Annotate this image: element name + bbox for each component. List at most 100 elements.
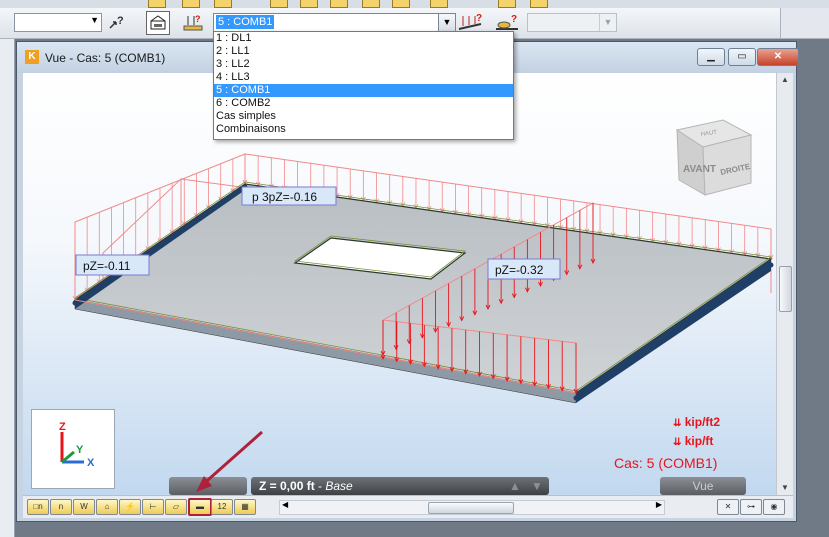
support-node [208,207,214,213]
load-label-2: p 3pZ=-0.16 [241,186,337,206]
level-up-arrow-icon[interactable]: ▲ [509,479,521,493]
node-numbers-icon[interactable]: □n [27,499,49,515]
member-icon[interactable]: ⊢ [142,499,164,515]
support-node [632,355,637,361]
load-case-select[interactable]: 5 : COMB1 ▼ [213,13,456,32]
maximize-button[interactable]: ▭ [728,48,756,66]
load-values-icon[interactable]: 12 [211,499,233,515]
toolbar-button[interactable] [270,0,288,8]
scroll-thumb[interactable] [779,266,792,312]
load-value-label: p 3pZ=-0.16 [252,190,317,204]
toolbar-button[interactable] [498,0,516,8]
chevron-down-icon[interactable]: ▼ [438,14,455,31]
scroll-up-icon[interactable]: ▲ [777,73,793,87]
dropdown-option[interactable]: 1 : DL1 [214,32,513,45]
cube-face-front: AVANT [683,164,716,175]
chevron-down-icon: ▼ [599,14,616,31]
structure-view-icon[interactable] [146,11,170,35]
toolbar-button[interactable] [182,0,200,8]
dropdown-option-selected[interactable]: 5 : COMB1 [214,84,513,97]
y-axis-label: Y [76,444,84,456]
toolbar-button[interactable] [362,0,380,8]
support-node [225,196,231,202]
navigation-pill[interactable] [169,477,247,495]
view-title: Vue - Cas: 5 (COMB1) [45,51,166,65]
load-help-icon[interactable]: ? [182,11,204,33]
scroll-thumb[interactable] [428,502,514,514]
support-node [729,289,735,295]
legend-surface-load: ⇊ kip/ft2 [673,415,720,429]
line-load-unit: kip/ft [684,434,714,448]
load-case-value: 5 : COMB1 [216,15,275,29]
dropdown-option[interactable]: Cas simples [214,110,513,123]
app-logo-icon: K [25,50,39,64]
load-value-label: pZ=-0.32 [495,263,544,277]
mesh-icon[interactable]: ▦ [234,499,256,515]
scroll-right-icon[interactable]: ▶ [656,500,662,509]
secondary-combo-disabled: ▼ [527,13,617,32]
support-node [174,230,180,236]
surface-load-icon: ⇊ [673,418,682,429]
sort-icon[interactable]: ✕ [717,499,739,515]
view-button[interactable]: Vue [660,477,746,495]
line-load-icon: ⇊ [673,437,682,448]
dropdown-option[interactable]: 2 : LL1 [214,45,513,58]
dropdown-option[interactable]: Combinaisons [214,123,513,136]
view-cube[interactable]: AVANT DROITE HAUT [675,119,753,196]
z-axis-label: Z [59,421,66,433]
support-node [573,395,579,401]
scroll-left-icon[interactable]: ◀ [282,500,288,509]
dropdown-option[interactable]: 3 : LL2 [214,58,513,71]
surface-load-unit: kip/ft2 [684,415,721,429]
support-node [157,242,163,248]
layer-combo[interactable]: ▼ [14,13,102,32]
svg-text:?: ? [511,14,517,25]
load-help-2-icon[interactable]: ? [494,11,522,33]
support-node [768,262,774,268]
support-node [749,275,754,281]
scroll-down-icon[interactable]: ▼ [777,481,793,495]
load-case-dropdown-list[interactable]: 1 : DL1 2 : LL1 3 : LL2 4 : LL3 5 : COMB… [213,31,514,140]
panel-icon[interactable]: ▱ [165,499,187,515]
axis-indicator: Z Y X [31,409,115,489]
toolbar-button[interactable] [330,0,348,8]
toolbar-button[interactable] [300,0,318,8]
dropdown-option[interactable]: 4 : LL3 [214,71,513,84]
load-label-1: pZ=-0.11 [75,254,150,276]
link-icon[interactable]: ⊶ [740,499,762,515]
svg-text:?: ? [195,14,201,24]
support-node [72,300,78,306]
dropdown-option[interactable]: 6 : COMB2 [214,97,513,110]
slab [73,183,773,394]
camera-icon[interactable]: ◉ [763,499,785,515]
support-node [651,342,657,348]
vertical-scrollbar[interactable]: ▲ ▼ [776,73,793,495]
element-numbers-icon[interactable]: n [50,499,72,515]
minimize-button[interactable]: ▁ [697,48,725,66]
support-node [671,329,676,334]
section-labels-icon[interactable]: W [73,499,95,515]
horizontal-scrollbar[interactable]: ◀ ▶ [279,500,665,515]
help-cursor-icon[interactable]: ? [106,11,128,33]
z-level-name: Base [325,479,353,493]
z-level-bar[interactable]: Z = 0,00 ft - Base ▲ ▼ [251,477,549,495]
toolbar-button[interactable] [392,0,410,8]
support-node [593,382,598,388]
svg-text:?: ? [476,13,482,24]
supports-icon[interactable]: ⌂ [96,499,118,515]
loads-icon[interactable]: ⚡ [119,499,141,515]
left-panel [0,39,15,537]
x-axis-label: X [87,457,95,469]
level-down-arrow-icon[interactable]: ▼ [531,479,543,493]
support-node [612,368,618,374]
z-value: Z = 0,00 ft [259,479,315,493]
slab-display-icon[interactable]: ▬ [188,498,212,516]
support-node [106,277,112,283]
toolbar-button[interactable] [530,0,548,8]
load-display-icon[interactable]: ? [457,11,485,33]
toolbar-button[interactable] [148,0,166,8]
close-button[interactable]: ✕ [757,48,799,66]
toolbar-button[interactable] [430,0,448,8]
support-node [710,302,715,308]
toolbar-button[interactable] [214,0,232,8]
